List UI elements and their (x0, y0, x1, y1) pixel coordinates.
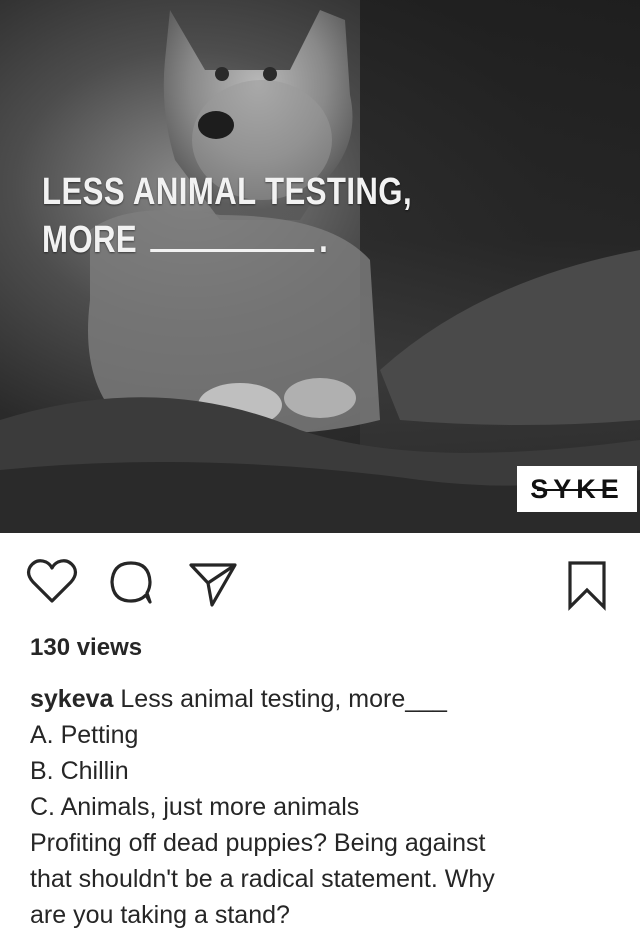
heart-icon (26, 559, 78, 603)
caption-body-line-1: Profiting off dead puppies? Being agains… (30, 829, 486, 857)
post-info: 130 views sykeva Less animal testing, mo… (0, 633, 640, 933)
image-caption-overlay: LESS ANIMAL TESTING, MORE. (42, 168, 412, 264)
share-button[interactable] (188, 559, 238, 614)
caption-text: Less animal testing, more___ (120, 685, 447, 713)
logo-strike (537, 489, 617, 491)
overlay-more: MORE (42, 219, 138, 261)
overlay-line-2: MORE. (42, 216, 412, 264)
caption-option-c: C. Animals, just more animals (30, 793, 360, 821)
caption-option-b: B. Chillin (30, 757, 129, 785)
dog-photo (0, 10, 640, 533)
post-media[interactable]: LESS ANIMAL TESTING, MORE. SYKE (0, 0, 640, 533)
brand-logo: SYKE (517, 466, 637, 512)
post-caption: sykeva Less animal testing, more___ A. P… (30, 681, 610, 933)
username-link[interactable]: sykeva (30, 685, 113, 713)
view-count[interactable]: 130 views (30, 633, 610, 663)
caption-body-line-3: are you taking a stand? (30, 901, 290, 929)
like-button[interactable] (26, 557, 78, 610)
overlay-line-1: LESS ANIMAL TESTING, (42, 171, 413, 213)
comment-button[interactable] (106, 557, 156, 612)
caption-first-line: sykeva Less animal testing, more___ (30, 681, 610, 717)
comment-icon (110, 561, 152, 604)
overlay-blank (150, 219, 315, 252)
save-button[interactable] (566, 559, 608, 616)
caption-body-line-2: that shouldn't be a radical statement. W… (30, 865, 495, 893)
caption-option-a: A. Petting (30, 721, 139, 749)
action-bar (0, 533, 640, 633)
paper-plane-icon (189, 563, 237, 607)
overlay-period: . (319, 219, 329, 261)
bookmark-icon (568, 561, 606, 611)
